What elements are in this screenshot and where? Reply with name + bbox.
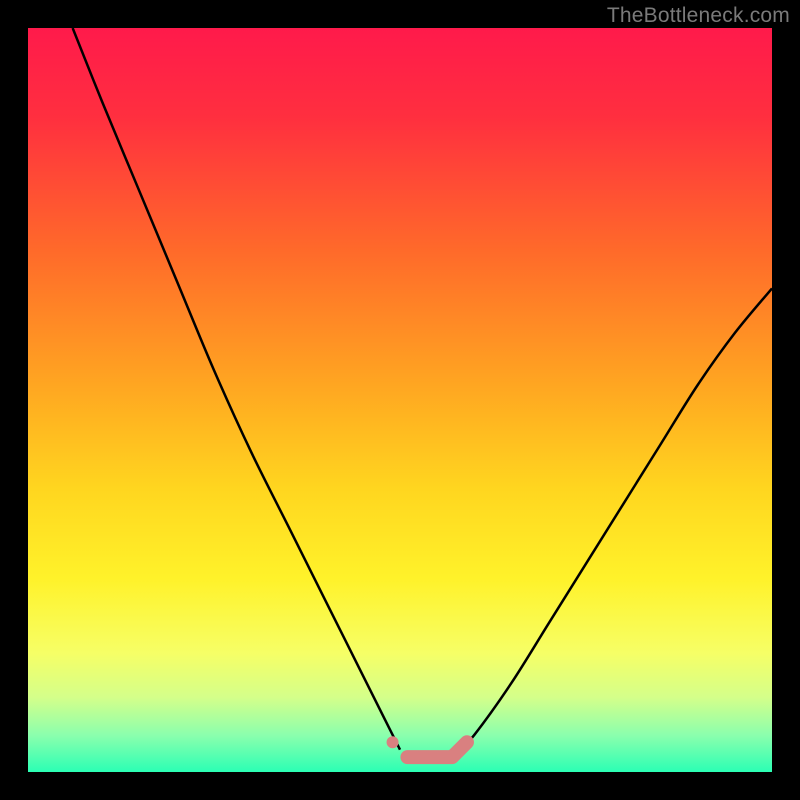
plot-area <box>28 28 772 772</box>
watermark-text: TheBottleneck.com <box>607 4 790 28</box>
plot-svg <box>28 28 772 772</box>
gradient-background <box>28 28 772 772</box>
valley-dot-icon <box>387 736 399 748</box>
chart-frame: TheBottleneck.com <box>0 0 800 800</box>
